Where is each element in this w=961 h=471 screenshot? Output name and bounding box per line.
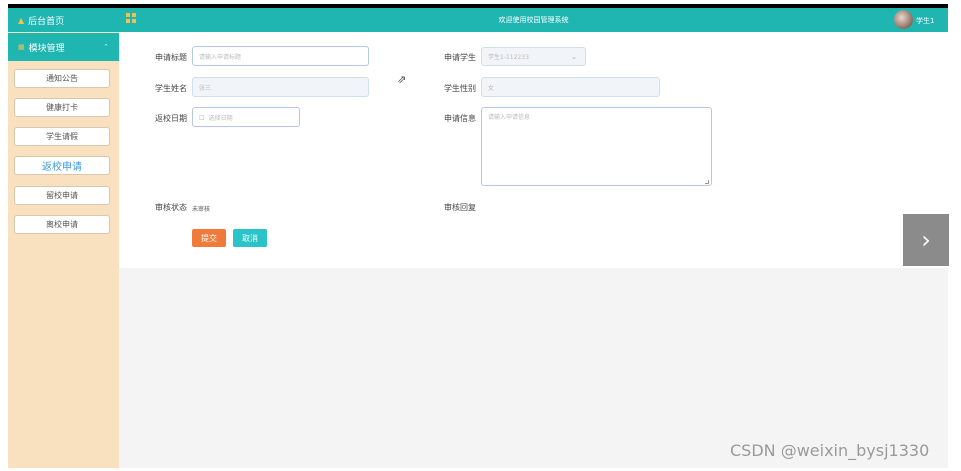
sidebar-item-notice[interactable]: 通知公告 <box>14 69 110 88</box>
gender-label: 学生性别 <box>444 84 476 93</box>
gender-field-value: 女 <box>488 84 495 92</box>
avatar[interactable] <box>894 10 913 29</box>
title-input-placeholder: 请输入申请标题 <box>199 53 242 61</box>
sidebar-group-label: 模块管理 <box>28 43 65 54</box>
gender-field: 女 <box>481 77 660 97</box>
reply-label: 审核回复 <box>444 203 476 212</box>
sidebar-group-modules[interactable]: ▦ 模块管理 ⌃ <box>8 33 119 61</box>
student-select-value: 学生1-112233 <box>488 54 529 61</box>
student-select[interactable]: 学生1-112233 ⌄ <box>481 47 586 66</box>
sidebar-item-health-checkin[interactable]: 健康打卡 <box>14 98 110 117</box>
calendar-icon: □ <box>199 113 205 121</box>
username[interactable]: 学生1 <box>916 16 934 26</box>
chevron-right-icon: › <box>921 226 931 254</box>
submit-button[interactable]: 提交 <box>192 229 226 247</box>
status-value: 未审核 <box>192 206 211 213</box>
sidebar: ▲ 后台首页 ▦ 模块管理 ⌃ 通知公告 健康打卡 学生请假 返校申请 留校申请… <box>8 8 119 468</box>
date-picker[interactable]: □ 选择日期 <box>192 107 300 127</box>
home-icon: ▲ <box>18 15 25 25</box>
status-label: 审核状态 <box>155 203 187 212</box>
resize-handle-icon[interactable] <box>705 180 709 184</box>
chevron-up-icon: ⌃ <box>103 43 109 51</box>
header-title: 欢迎使用校园管理系统 <box>498 16 569 24</box>
cancel-button[interactable]: 取消 <box>233 229 267 247</box>
sidebar-item-label: 留校申请 <box>46 191 78 200</box>
sidebar-item-stay-application[interactable]: 留校申请 <box>14 186 110 205</box>
date-label: 返校日期 <box>155 114 187 123</box>
name-label: 学生姓名 <box>155 84 187 93</box>
title-label: 申请标题 <box>155 53 187 62</box>
info-textarea-placeholder: 请输入申请信息 <box>488 114 531 121</box>
sidebar-home-label: 后台首页 <box>28 16 65 27</box>
sidebar-item-leave-school-application[interactable]: 离校申请 <box>14 215 110 234</box>
sidebar-item-label: 离校申请 <box>46 220 78 229</box>
info-textarea[interactable]: 请输入申请信息 <box>481 107 712 186</box>
sidebar-item-label: 返校申请 <box>42 162 82 173</box>
sidebar-item-return-application[interactable]: 返校申请 <box>14 156 110 175</box>
next-arrow-button[interactable]: › <box>903 214 949 266</box>
sidebar-home[interactable]: ▲ 后台首页 <box>8 8 119 32</box>
top-header: 欢迎使用校园管理系统 学生1 <box>119 8 948 32</box>
sidebar-item-student-leave[interactable]: 学生请假 <box>14 127 110 146</box>
sidebar-item-label: 学生请假 <box>46 132 78 141</box>
watermark: CSDN @weixin_bysj1330 <box>730 441 930 460</box>
name-field-value: 张三 <box>199 84 212 92</box>
info-label: 申请信息 <box>444 114 476 123</box>
sidebar-item-label: 健康打卡 <box>46 103 78 112</box>
sidebar-item-label: 通知公告 <box>46 74 78 83</box>
grid-icon: ▦ <box>18 43 25 51</box>
date-picker-placeholder: 选择日期 <box>208 114 233 122</box>
page-background <box>119 268 948 468</box>
name-field: 张三 <box>192 77 369 97</box>
chevron-down-icon: ⌄ <box>571 52 577 61</box>
student-label: 申请学生 <box>444 53 476 62</box>
mouse-cursor-icon: ⇗ <box>397 73 407 86</box>
title-input[interactable]: 请输入申请标题 <box>192 46 369 66</box>
